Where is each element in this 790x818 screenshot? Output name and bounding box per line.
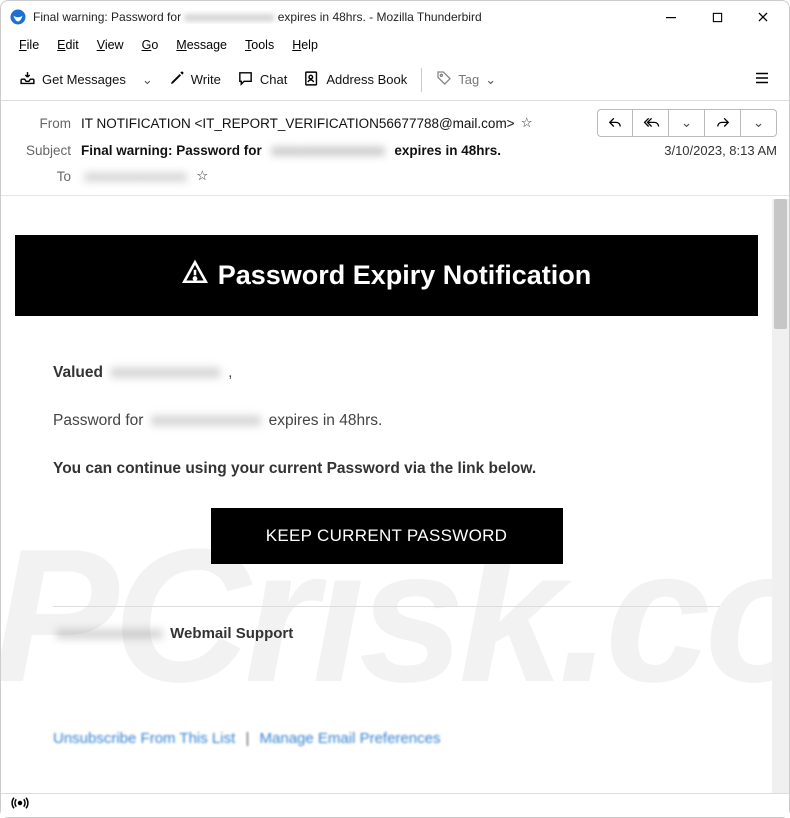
- menu-file[interactable]: File: [11, 36, 47, 54]
- get-messages-label: Get Messages: [42, 72, 126, 87]
- get-messages-dropdown[interactable]: ⌄: [134, 68, 161, 92]
- email-content: Valued xxxxxxxxxxxxxx , Password for xxx…: [15, 316, 758, 757]
- chevron-down-icon: ⌄: [485, 72, 496, 88]
- window-title-prefix: Final warning: Password for: [33, 10, 181, 24]
- subject-prefix: Final warning: Password for: [81, 143, 262, 158]
- warning-icon: [182, 259, 208, 292]
- chevron-down-icon: ⌄: [753, 115, 764, 131]
- subject-suffix: expires in 48hrs.: [394, 143, 501, 158]
- link-separator: |: [245, 730, 249, 747]
- address-book-label: Address Book: [326, 72, 407, 87]
- greeting-label: Valued: [53, 364, 103, 381]
- from-value[interactable]: IT NOTIFICATION <IT_REPORT_VERIFICATION5…: [81, 115, 585, 131]
- tag-button[interactable]: Tag ⌄: [428, 66, 504, 93]
- address-book-icon: [303, 70, 320, 90]
- maximize-button[interactable]: [707, 7, 727, 27]
- reply-button[interactable]: [597, 109, 633, 137]
- signature-text: Webmail Support: [170, 625, 293, 642]
- message-actions: ⌄ ⌄: [597, 109, 777, 137]
- email-banner-title: Password Expiry Notification: [218, 260, 592, 291]
- message-header: From IT NOTIFICATION <IT_REPORT_VERIFICA…: [1, 101, 789, 196]
- menu-go[interactable]: Go: [134, 36, 167, 54]
- menu-help[interactable]: Help: [284, 36, 326, 54]
- write-label: Write: [191, 72, 221, 87]
- window-title-suffix: expires in 48hrs. - Mozilla Thunderbird: [278, 10, 482, 24]
- star-icon[interactable]: ☆: [521, 115, 533, 131]
- subject-redacted: xxxxxxxxxxxxxxx: [268, 143, 389, 158]
- greeting-redacted: xxxxxxxxxxxxxx: [107, 364, 224, 381]
- chevron-down-icon: ⌄: [681, 115, 692, 131]
- signature-redacted: xxxxxxxxxxxxxx: [53, 625, 166, 642]
- tag-icon: [436, 70, 452, 89]
- thunderbird-icon: [9, 8, 27, 26]
- message-date: 3/10/2023, 8:13 AM: [664, 143, 777, 158]
- to-value[interactable]: xxxxxxxxxxxxxxx ☆: [81, 168, 777, 184]
- menu-view[interactable]: View: [89, 36, 132, 54]
- toolbar-separator: [421, 68, 422, 92]
- signature: xxxxxxxxxxxxxx Webmail Support: [53, 625, 720, 642]
- minimize-button[interactable]: [661, 7, 681, 27]
- subject-label: Subject: [13, 143, 71, 158]
- inbox-download-icon: [19, 70, 36, 90]
- activity-icon: [11, 796, 29, 815]
- window-title-redacted: xxxxxxxxxxxxxxx: [184, 10, 274, 24]
- titlebar: Final warning: Password for xxxxxxxxxxxx…: [1, 1, 789, 33]
- unsubscribe-link[interactable]: Unsubscribe From This List: [53, 730, 235, 747]
- window-title: Final warning: Password for xxxxxxxxxxxx…: [33, 10, 661, 24]
- pw-line-suffix: expires in 48hrs.: [269, 412, 383, 429]
- chevron-down-icon: ⌄: [142, 72, 153, 88]
- message-body-viewport: PCrisk.com Password Expiry Notification …: [1, 199, 789, 793]
- reply-all-dropdown[interactable]: ⌄: [669, 109, 705, 137]
- star-icon[interactable]: ☆: [196, 168, 208, 184]
- continue-line: You can continue using your current Pass…: [53, 460, 720, 478]
- toolbar: Get Messages ⌄ Write Chat Address Book T…: [1, 59, 789, 101]
- address-book-button[interactable]: Address Book: [295, 66, 415, 94]
- menu-edit[interactable]: Edit: [49, 36, 87, 54]
- reply-all-button[interactable]: [633, 109, 669, 137]
- write-button[interactable]: Write: [161, 66, 229, 93]
- menu-tools[interactable]: Tools: [237, 36, 282, 54]
- divider: [53, 606, 720, 607]
- tag-label: Tag: [458, 72, 479, 87]
- chat-icon: [237, 70, 254, 90]
- pw-line-prefix: Password for: [53, 412, 143, 429]
- message-body: Password Expiry Notification Valued xxxx…: [1, 199, 772, 793]
- menubar: File Edit View Go Message Tools Help: [1, 33, 789, 59]
- forward-button[interactable]: [705, 109, 741, 137]
- keep-password-button[interactable]: KEEP CURRENT PASSWORD: [211, 508, 563, 564]
- manage-prefs-link[interactable]: Manage Email Preferences: [260, 730, 441, 747]
- from-text: IT NOTIFICATION <IT_REPORT_VERIFICATION5…: [81, 116, 515, 131]
- more-actions-dropdown[interactable]: ⌄: [741, 109, 777, 137]
- scrollbar-thumb[interactable]: [774, 199, 787, 329]
- scrollbar[interactable]: [772, 199, 789, 793]
- subject-value: Final warning: Password for xxxxxxxxxxxx…: [81, 143, 664, 158]
- get-messages-button[interactable]: Get Messages: [11, 66, 134, 94]
- pw-line-redacted: xxxxxxxxxxxxxx: [148, 412, 265, 429]
- close-button[interactable]: [753, 7, 773, 27]
- to-label: To: [13, 169, 71, 184]
- statusbar: [1, 793, 789, 817]
- window-controls: [661, 7, 773, 27]
- greeting-comma: ,: [224, 364, 233, 381]
- chat-button[interactable]: Chat: [229, 66, 295, 94]
- to-redacted: xxxxxxxxxxxxxxx: [81, 169, 190, 184]
- hamburger-icon: [753, 69, 771, 90]
- chat-label: Chat: [260, 72, 287, 87]
- from-label: From: [13, 116, 71, 131]
- app-menu-button[interactable]: [745, 65, 779, 94]
- menu-message[interactable]: Message: [168, 36, 235, 54]
- footer-links: Unsubscribe From This List | Manage Emai…: [53, 730, 720, 747]
- pencil-icon: [169, 70, 185, 89]
- email-banner: Password Expiry Notification: [15, 235, 758, 316]
